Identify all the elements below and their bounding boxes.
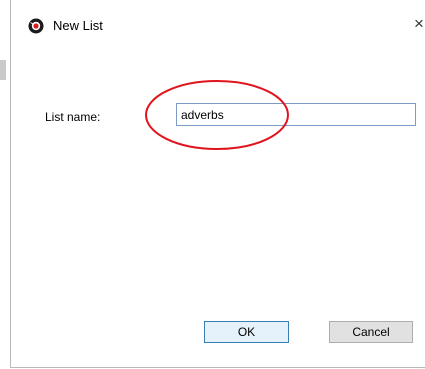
cancel-button[interactable]: Cancel (329, 321, 413, 343)
app-logo-icon (28, 18, 44, 34)
close-button[interactable]: × (409, 13, 425, 35)
screenshot-stage: New List × List name: OK Cancel (0, 0, 425, 369)
list-name-label: List name: (45, 110, 101, 124)
close-icon: × (414, 14, 424, 33)
background-window-edge (0, 60, 6, 80)
ok-button[interactable]: OK (204, 321, 289, 343)
new-list-dialog: New List × List name: OK Cancel (10, 0, 425, 368)
dialog-titlebar[interactable]: New List × (11, 0, 425, 38)
list-name-input[interactable] (176, 103, 416, 126)
dialog-title: New List (53, 18, 103, 33)
